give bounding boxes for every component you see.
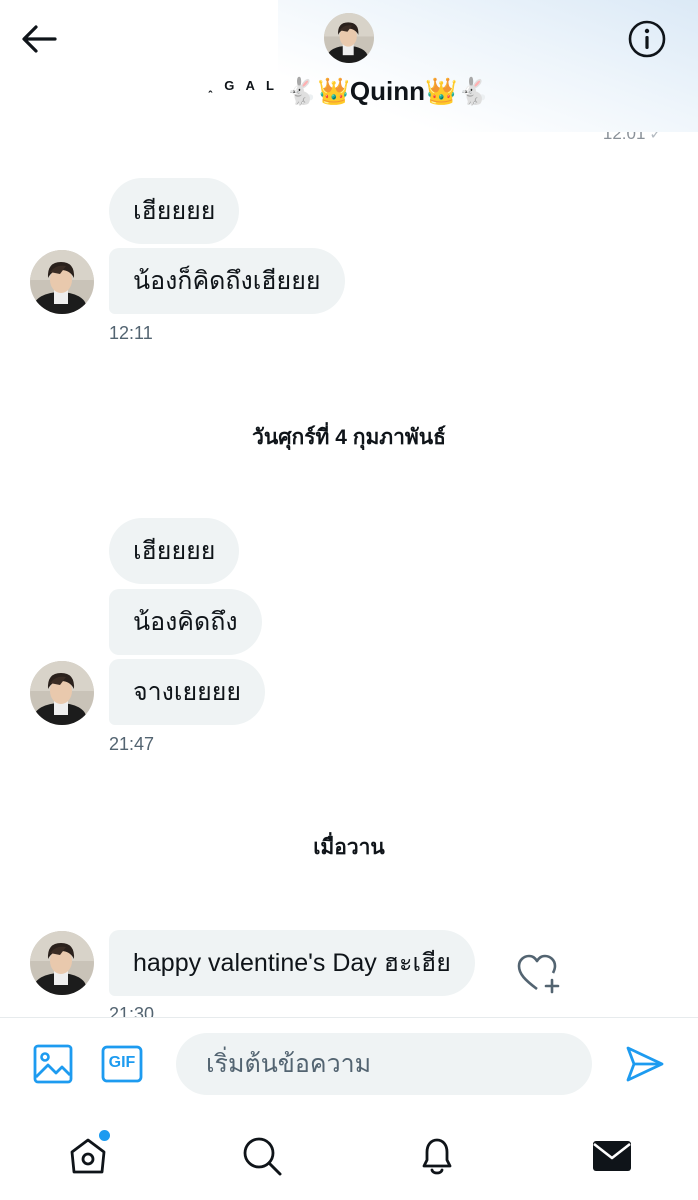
message-text: จางเยยยย (133, 678, 242, 706)
message-bubble[interactable]: เฮียยยย (109, 178, 240, 244)
title-emoji-left: 🐇👑 (285, 76, 350, 106)
message-composer: GIF (0, 1017, 698, 1110)
heart-plus-icon (517, 954, 560, 994)
add-reaction-button[interactable] (515, 953, 563, 995)
message-text: เฮียยยย (133, 197, 216, 225)
nav-messages[interactable] (586, 1130, 638, 1182)
back-button[interactable] (18, 18, 60, 60)
message-bubble[interactable]: จางเยยยย (109, 659, 266, 725)
day-separator: วันศุกร์ที่ 4 กุมภาพันธ์ (252, 426, 446, 449)
message-text: เฮียยยย (133, 537, 216, 565)
conversation-title[interactable]: ꞈ G A L 🐇👑Quinn👑🐇 (0, 76, 698, 107)
message-time: 12:11 (109, 323, 153, 343)
message-bubble[interactable]: น้องคิดถึง (109, 589, 262, 655)
message-bubble[interactable]: เฮียยยย (109, 518, 240, 584)
message-text: น้องก็คิดถึงเฮียยย (133, 267, 321, 295)
message-bubble[interactable]: น้องก็คิดถึงเฮียยย (109, 248, 345, 314)
message-bubble[interactable]: happy valentine's Day ฮะเฮีย (109, 930, 475, 996)
nav-search[interactable] (236, 1130, 288, 1182)
sender-avatar[interactable] (30, 661, 94, 725)
gif-label: GIF (108, 1054, 136, 1071)
message-time: 21:47 (109, 734, 155, 754)
message-text: happy valentine's Day ฮะเฮีย (133, 949, 451, 977)
add-gif-button[interactable]: GIF (101, 1045, 143, 1088)
conversation-header: ꞈ G A L 🐇👑Quinn👑🐇 (0, 0, 698, 132)
arrow-left-icon (22, 25, 57, 53)
image-icon (33, 1044, 73, 1084)
unread-indicator (99, 1130, 110, 1141)
title-prefix: ꞈ G A L (208, 78, 278, 93)
bottom-navigation (0, 1110, 698, 1200)
sender-avatar[interactable] (30, 931, 94, 995)
message-input[interactable] (176, 1033, 592, 1095)
day-separator: เมื่อวาน (313, 836, 385, 859)
messages-icon (593, 1141, 631, 1171)
title-emoji-right: 👑🐇 (424, 76, 490, 106)
nav-notifications[interactable] (411, 1130, 463, 1182)
title-name: Quinn (349, 76, 425, 106)
notifications-icon (422, 1138, 452, 1175)
message-text: น้องคิดถึง (133, 608, 238, 636)
search-icon (243, 1137, 282, 1176)
sender-avatar[interactable] (30, 250, 94, 314)
header-avatar[interactable] (324, 13, 374, 63)
send-button[interactable] (624, 1044, 666, 1089)
send-icon (626, 1046, 664, 1082)
nav-home[interactable] (62, 1130, 114, 1182)
add-image-button[interactable] (32, 1043, 74, 1090)
info-circle-icon (628, 20, 666, 58)
conversation-info-button[interactable] (626, 18, 668, 60)
